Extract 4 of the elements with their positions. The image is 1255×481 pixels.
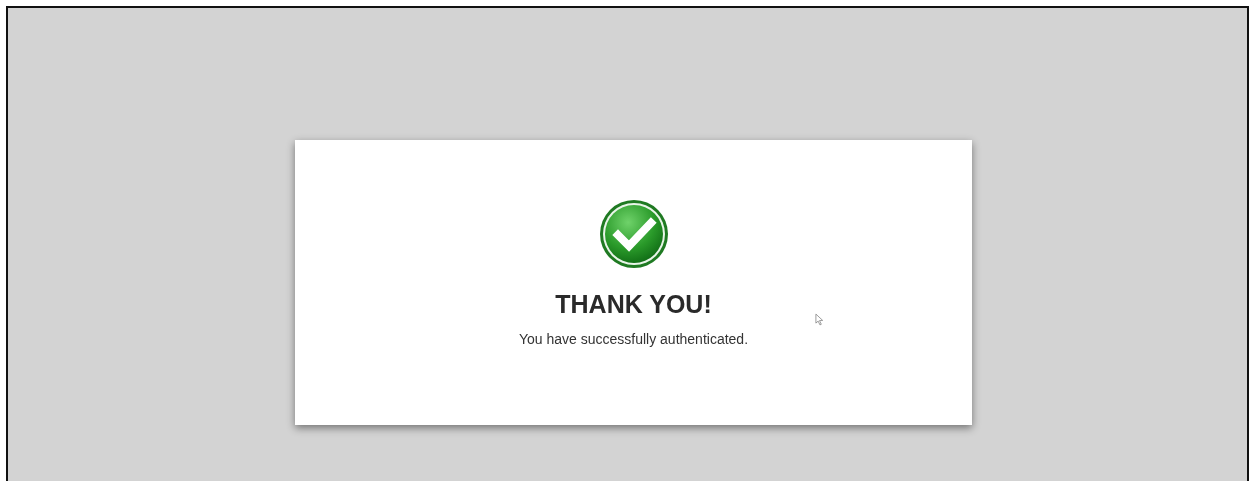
check-icon: [597, 198, 670, 270]
title: THANK YOU!: [555, 290, 712, 319]
cursor-icon: [815, 313, 824, 326]
message: You have successfully authenticated.: [518, 331, 749, 347]
